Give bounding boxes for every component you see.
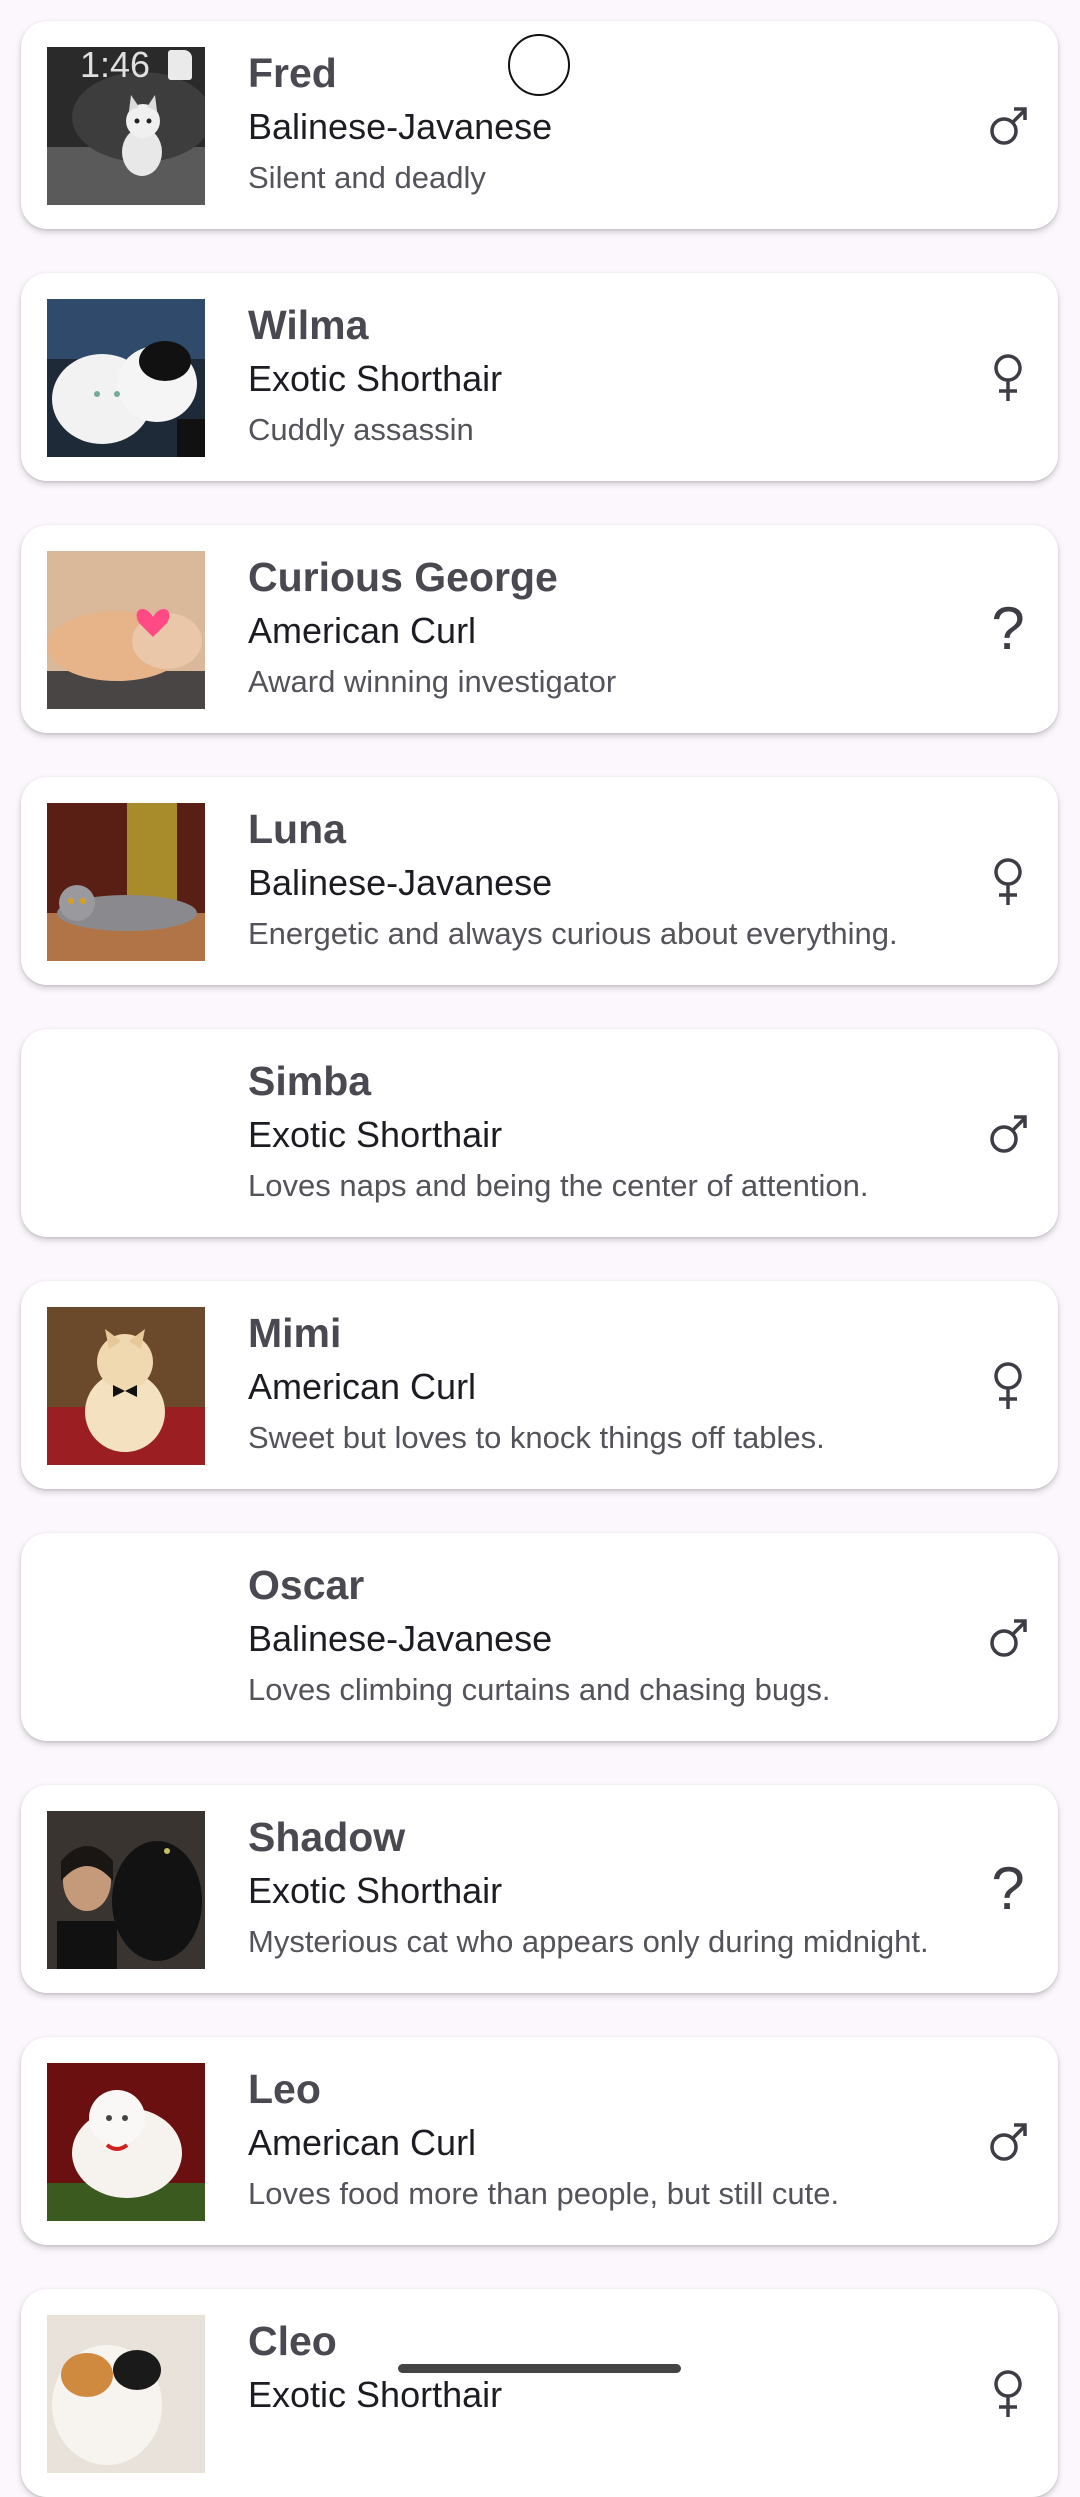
cat-card[interactable]: Leo American Curl Loves food more than p… [21,2037,1058,2245]
cat-breed: Balinese-Javanese [248,1618,553,1659]
question-mark-icon: ? [991,595,1025,662]
cat-description: Loves climbing curtains and chasing bugs… [248,1672,831,1707]
cat-breed: Exotic Shorthair [248,1114,503,1155]
cat-name: Simba [248,1058,372,1104]
cat-photo [47,551,205,709]
cat-description: Cuddly assassin [248,412,474,447]
cat-breed: Balinese-Javanese [248,106,553,147]
cat-description: Loves naps and being the center of atten… [248,1168,869,1203]
gesture-nav-handle[interactable] [398,2364,681,2373]
cat-description: Sweet but loves to knock things off tabl… [248,1420,825,1455]
cat-photo [47,803,205,961]
cat-name: Mimi [248,1310,342,1356]
front-camera-cutout [508,34,570,96]
female-icon [984,843,1032,919]
cat-breed: American Curl [248,1366,477,1407]
cat-name: Wilma [248,302,369,348]
cat-name: Cleo [248,2318,337,2364]
question-mark-icon: ? [991,1855,1025,1922]
cat-card[interactable]: Shadow Exotic Shorthair Mysterious cat w… [21,1785,1058,1993]
female-icon [984,2355,1032,2431]
cat-photo-placeholder [47,1055,205,1213]
male-icon [984,87,1032,163]
cat-name: Fred [248,50,337,96]
male-icon [984,2103,1032,2179]
cat-name: Leo [248,2066,321,2112]
cat-breed: Exotic Shorthair [248,1870,503,1911]
status-time: 1:46 [80,44,151,85]
cat-name: Shadow [248,1814,406,1860]
cat-card[interactable]: Mimi American Curl Sweet but loves to kn… [21,1281,1058,1489]
cat-card[interactable]: Curious George American Curl Award winni… [21,525,1058,733]
cat-name: Oscar [248,1562,365,1608]
cat-name: Curious George [248,554,558,600]
cat-description: Award winning investigator [248,664,617,699]
cat-description: Silent and deadly [248,160,486,195]
cat-photo-placeholder [47,1559,205,1717]
cat-breed: American Curl [248,2122,477,2163]
cat-card[interactable]: Wilma Exotic Shorthair Cuddly assassin [21,273,1058,481]
sim-card-icon [168,50,192,80]
cat-breed: Exotic Shorthair [248,2374,503,2415]
cat-photo [47,1811,205,1969]
cat-breed: Balinese-Javanese [248,862,553,903]
cat-card[interactable]: Oscar Balinese-Javanese Loves climbing c… [21,1533,1058,1741]
cat-card[interactable]: Cleo Exotic Shorthair [21,2289,1058,2497]
cat-breed: Exotic Shorthair [248,358,503,399]
cat-description: Mysterious cat who appears only during m… [248,1924,929,1959]
female-icon [984,339,1032,415]
cat-photo [47,2063,205,2221]
cat-description: Loves food more than people, but still c… [248,2176,840,2211]
cat-breed: American Curl [248,610,477,651]
cat-photo [47,299,205,457]
male-icon [984,1599,1032,1675]
cat-card[interactable]: Simba Exotic Shorthair Loves naps and be… [21,1029,1058,1237]
cat-description: Energetic and always curious about every… [248,916,898,951]
cat-name: Luna [248,806,346,852]
male-icon [984,1095,1032,1171]
cat-card[interactable]: Luna Balinese-Javanese Energetic and alw… [21,777,1058,985]
cat-photo [47,2315,205,2473]
female-icon [984,1347,1032,1423]
cat-photo [47,1307,205,1465]
